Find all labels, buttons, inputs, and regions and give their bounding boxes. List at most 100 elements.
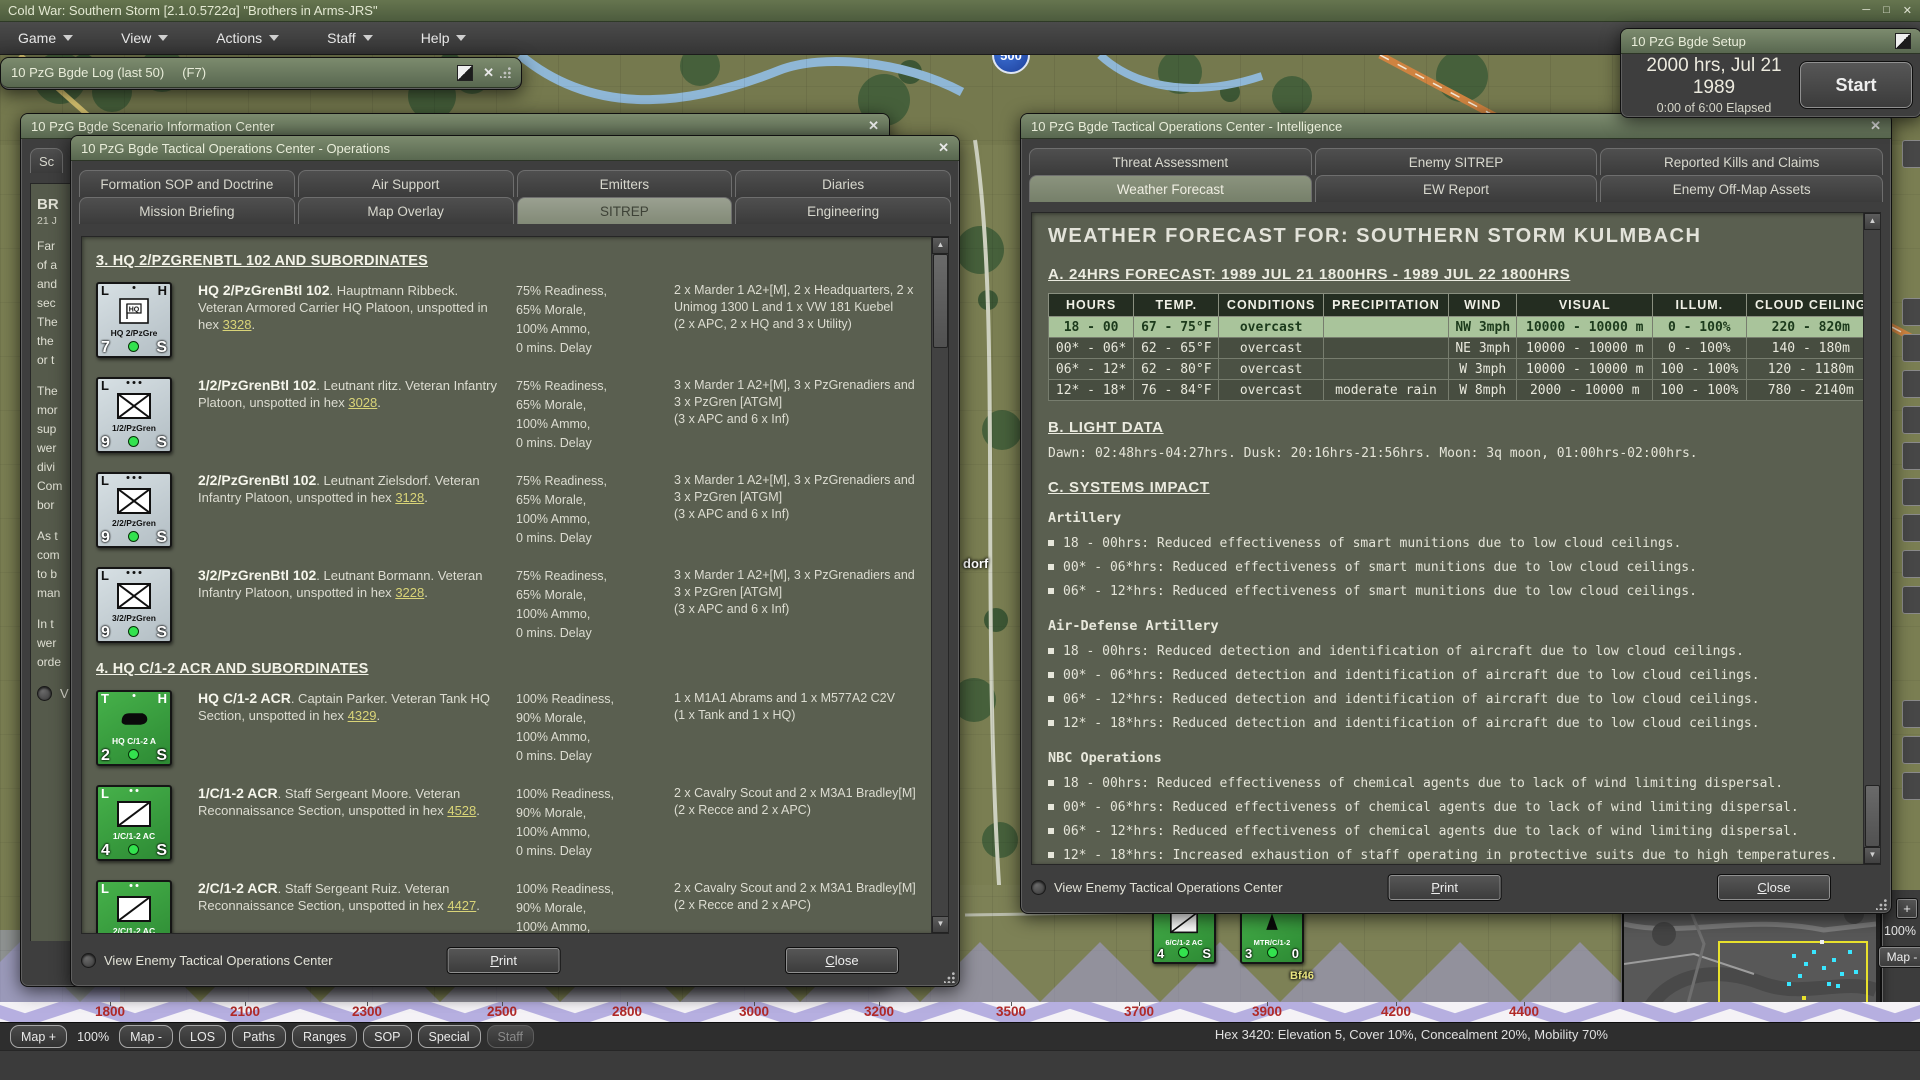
expand-icon[interactable] [1895, 33, 1911, 49]
unit-counter-hq-c-1-2-a[interactable]: THHQ C/1-2 A2S [96, 690, 172, 766]
sitrep-section-heading: 3. HQ 2/PZGRENBTL 102 AND SUBORDINATES [96, 253, 920, 269]
setup-panel-titlebar[interactable]: 10 PzG Bgde Setup [1621, 29, 1920, 54]
scroll-down-icon[interactable]: ▼ [1864, 847, 1881, 864]
menu-staff[interactable]: Staff [321, 27, 379, 49]
hex-link[interactable]: 3228 [395, 585, 424, 600]
view-enemy-toc-checkbox[interactable] [1031, 880, 1046, 895]
scroll-up-icon[interactable]: ▲ [932, 237, 949, 254]
hex-link[interactable]: 4427 [447, 898, 476, 913]
menu-label: Staff [327, 30, 356, 46]
hex-link[interactable]: 4528 [447, 803, 476, 818]
weather-panel: WEATHER FORECAST FOR: SOUTHERN STORM KUL… [1031, 212, 1881, 865]
weather-cell: 62 - 80°F [1134, 359, 1219, 380]
tab-map-overlay[interactable]: Map Overlay [298, 197, 514, 224]
tab-formation-sop-and-doctrine[interactable]: Formation SOP and Doctrine [79, 170, 295, 197]
map-tool-button[interactable] [1902, 370, 1920, 398]
counter-label: HQ 2/PzGre [98, 328, 170, 338]
minimap-zoom-in-button[interactable]: + [1896, 898, 1918, 919]
map-tool-button[interactable] [1902, 140, 1920, 168]
expand-icon[interactable] [457, 65, 473, 81]
close-icon[interactable]: ✕ [1903, 4, 1912, 17]
operations-window: 10 PzG Bgde Tactical Operations Center -… [70, 135, 960, 987]
tab-engineering[interactable]: Engineering [735, 197, 951, 224]
unit-counter-2-c-1-2-ac[interactable]: L2/C/1-2 AC4S [96, 880, 172, 933]
hex-link[interactable]: 3028 [348, 395, 377, 410]
tab-emitters[interactable]: Emitters [517, 170, 733, 197]
tab-enemy-off-map-assets[interactable]: Enemy Off-Map Assets [1600, 175, 1883, 202]
tab-diaries[interactable]: Diaries [735, 170, 951, 197]
statusbar-button-map[interactable]: Map - [119, 1025, 173, 1048]
tab-mission-briefing[interactable]: Mission Briefing [79, 197, 295, 224]
map-tool-button[interactable] [1902, 442, 1920, 470]
tab-ew-report[interactable]: EW Report [1315, 175, 1598, 202]
map-tool-button[interactable] [1902, 298, 1920, 326]
tab-enemy-sitrep[interactable]: Enemy SITREP [1315, 148, 1598, 175]
unit-counter-2-2-pzgren[interactable]: L2/2/PzGren9S [96, 472, 172, 548]
map-tool-button[interactable] [1902, 700, 1920, 728]
close-icon[interactable]: ✕ [938, 141, 949, 155]
menu-actions[interactable]: Actions [210, 27, 285, 49]
hex-link[interactable]: 3128 [395, 490, 424, 505]
unit-counter-1-c-1-2-ac[interactable]: L1/C/1-2 AC4S [96, 785, 172, 861]
map-tool-button[interactable] [1902, 772, 1920, 800]
minimize-icon[interactable]: ─ [1862, 4, 1870, 17]
map-tool-button[interactable] [1902, 334, 1920, 362]
counter-strength: 9 [101, 434, 110, 451]
log-window-titlebar[interactable]: 10 PzG Bgde Log (last 50) (F7) ✕ [1, 58, 521, 88]
ruler-coordinate: 3900 [1252, 1004, 1282, 1019]
menu-help[interactable]: Help [415, 27, 473, 49]
weather-scrollbar[interactable]: ▲ ▼ [1863, 213, 1880, 864]
sitrep-scrollbar[interactable]: ▲ ▼ [931, 237, 948, 933]
start-button[interactable]: Start [1799, 61, 1913, 109]
view-enemy-toc-checkbox[interactable] [81, 953, 96, 968]
scroll-up-icon[interactable]: ▲ [1864, 213, 1881, 230]
map-tool-button[interactable] [1902, 514, 1920, 542]
statusbar-button-map[interactable]: Map + [10, 1025, 67, 1048]
tab-sitrep[interactable]: SITREP [517, 197, 733, 224]
map-tool-button[interactable] [1902, 550, 1920, 578]
statusbar-button-los[interactable]: LOS [179, 1025, 226, 1048]
counter-state: S [156, 529, 167, 546]
menu-game[interactable]: Game [12, 27, 79, 49]
minimap-zoom-out-button[interactable]: Map - [1878, 946, 1920, 968]
statusbar-button-ranges[interactable]: Ranges [292, 1025, 357, 1048]
resize-grip-icon[interactable] [500, 67, 511, 78]
map-tool-button[interactable] [1902, 406, 1920, 434]
intelligence-window: 10 PzG Bgde Tactical Operations Center -… [1020, 113, 1892, 914]
print-button[interactable]: Print [447, 947, 561, 974]
tab-reported-kills-and-claims[interactable]: Reported Kills and Claims [1600, 148, 1883, 175]
tab-air-support[interactable]: Air Support [298, 170, 514, 197]
unit-counter-1-2-pzgren[interactable]: L1/2/PzGren9S [96, 377, 172, 453]
menu-view[interactable]: View [115, 27, 174, 49]
close-button[interactable]: Close [785, 947, 899, 974]
scenario-tab-stub[interactable]: Sc [30, 148, 63, 173]
maximize-icon[interactable]: □ [1883, 4, 1890, 17]
statusbar-button-sop[interactable]: SOP [363, 1025, 411, 1048]
scroll-down-icon[interactable]: ▼ [932, 916, 949, 933]
map-tool-button[interactable] [1902, 736, 1920, 764]
statusbar-button-special[interactable]: Special [418, 1025, 481, 1048]
close-icon[interactable]: ✕ [1870, 119, 1881, 133]
log-window-title: 10 PzG Bgde Log (last 50) [11, 65, 164, 80]
print-button[interactable]: Print [1388, 874, 1502, 901]
close-button[interactable]: Close [1717, 874, 1831, 901]
tab-threat-assessment[interactable]: Threat Assessment [1029, 148, 1312, 175]
resize-grip-icon[interactable] [1876, 899, 1887, 910]
map-tool-button[interactable] [1902, 586, 1920, 614]
unit-counter-3-2-pzgren[interactable]: L3/2/PzGren9S [96, 567, 172, 643]
tab-weather-forecast[interactable]: Weather Forecast [1029, 175, 1312, 202]
mortar-symbol-icon [1256, 911, 1288, 934]
operations-window-titlebar[interactable]: 10 PzG Bgde Tactical Operations Center -… [71, 136, 959, 161]
close-icon[interactable]: ✕ [868, 119, 879, 133]
map-tool-button[interactable] [1902, 478, 1920, 506]
hex-link[interactable]: 4329 [348, 708, 377, 723]
resize-grip-icon[interactable] [944, 972, 955, 983]
statusbar-button-paths[interactable]: Paths [232, 1025, 286, 1048]
scenario-checkbox[interactable] [37, 686, 52, 701]
unit-counter-hq-2-pzgre[interactable]: LHHQHQ 2/PzGre7S [96, 282, 172, 358]
hex-link[interactable]: 3328 [223, 317, 252, 332]
weather-cell: 0 - 100% [1653, 338, 1747, 359]
counter-pips [127, 571, 142, 574]
counter-pips [130, 789, 139, 792]
close-icon[interactable]: ✕ [483, 66, 494, 80]
